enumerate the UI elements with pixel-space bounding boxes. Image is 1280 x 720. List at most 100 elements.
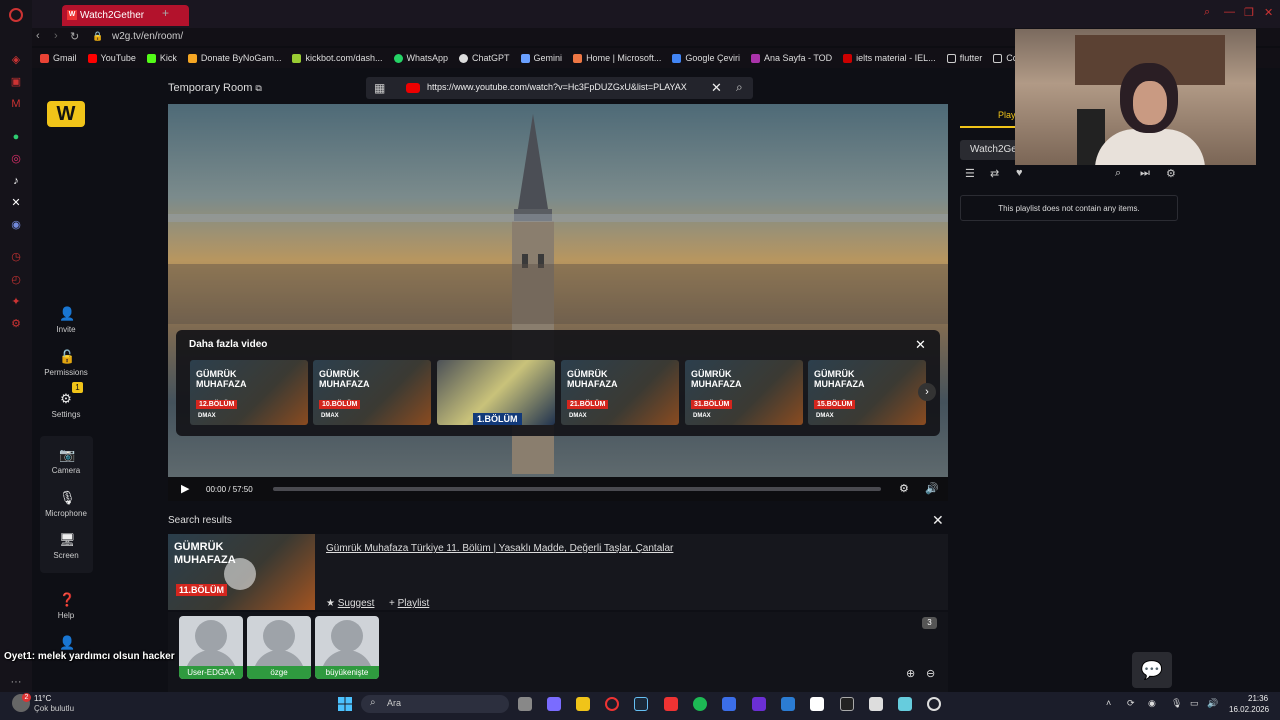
spotify-icon[interactable] [693,697,707,711]
bookmark-microsoft[interactable]: Home | Microsoft... [573,53,661,63]
chat-icon[interactable]: 💬 [1132,652,1172,688]
messenger-icon[interactable]: ▣ [9,75,23,89]
suggest-button[interactable]: ★ Suggest [326,598,374,609]
discord-icon[interactable]: ◉ [9,218,23,232]
file-explorer-icon[interactable] [576,697,590,711]
video-thumbnail[interactable]: GÜMRÜK MUHAFAZA 10.BÖLÜM DMAX [313,360,431,425]
url-field[interactable]: w2g.tv/en/room/ [112,31,183,42]
microphone-icon[interactable]: 🎙 [1171,698,1182,709]
clock-date[interactable]: 16.02.2026 [1229,705,1269,714]
search-tabs-icon[interactable]: ⌕ [1204,6,1210,19]
app-icon[interactable] [869,697,883,711]
gear-icon[interactable]: ⚙ [899,482,909,495]
microphone-button[interactable]: 🎙 Microphone [36,491,96,519]
video-thumbnail[interactable]: GÜMRÜK MUHAFAZA 21.BÖLÜM DMAX [561,360,679,425]
bookmark-kickbot[interactable]: kickbot.com/dash... [292,53,383,63]
settings-button[interactable]: ⚙ Settings [36,392,96,420]
video-thumbnail[interactable]: 1.BÖLÜM [437,360,555,425]
settings-icon[interactable]: ⚙ [9,317,23,331]
bookmark-tod[interactable]: Ana Sayfa - TOD [750,53,832,63]
extensions-icon[interactable]: ✦ [9,295,23,309]
bookmark-gmail[interactable]: Gmail [40,53,77,63]
steam-icon[interactable] [634,697,648,711]
instagram-icon[interactable]: ◎ [9,152,23,166]
vscode-icon[interactable] [781,697,795,711]
gear-icon[interactable]: ⚙ [1166,167,1176,180]
close-icon[interactable]: ✕ [932,512,944,529]
play-icon[interactable]: ▶ [181,482,189,495]
clock-time[interactable]: 21:36 [1248,694,1268,703]
help-button[interactable]: ❓ Help [36,593,96,621]
bookmark-chatgpt[interactable]: ChatGPT [459,53,510,63]
bookmark-youtube[interactable]: YouTube [87,53,136,63]
opera-logo-icon[interactable] [9,8,23,22]
maximize-icon[interactable]: ❐ [1244,6,1254,19]
close-icon[interactable]: ✕ [915,337,926,353]
screen-button[interactable]: 🖥 Screen [36,533,96,561]
windows-start-icon[interactable] [338,697,352,711]
sync-icon[interactable]: ⟳ [1127,698,1135,709]
history-icon[interactable]: ◷ [9,250,23,264]
w2g-logo[interactable]: W [47,101,85,127]
skip-forward-icon[interactable]: ⏭ [1140,167,1150,180]
copilot-icon[interactable] [547,697,561,711]
clear-icon[interactable]: ✕ [711,80,722,96]
bookmark-gemini[interactable]: Gemini [520,53,562,63]
video-thumbnail[interactable]: GÜMRÜK MUHAFAZA 15.BÖLÜM DMAX [808,360,926,425]
room-title[interactable]: Temporary Room ⧉ [168,82,262,94]
search-icon[interactable]: ⌕ [1115,167,1121,180]
search-icon[interactable]: ⌕ [736,80,743,95]
gmail-icon[interactable]: M [9,97,23,111]
minimize-icon[interactable]: — [1224,6,1235,18]
app-icon[interactable] [664,697,678,711]
notion-icon[interactable] [810,697,824,711]
result-thumbnail[interactable]: GÜMRÜK MUHAFAZA 11.BÖLÜM [168,534,315,610]
copy-icon[interactable]: ⧉ [255,83,261,93]
opera-icon[interactable] [605,697,619,711]
app-icon[interactable] [927,697,941,711]
camera-button[interactable]: 📷 Camera [36,448,96,476]
invite-button[interactable]: 👤 Invite [36,307,96,335]
x-icon[interactable]: ✕ [9,196,23,210]
chevron-up-icon[interactable]: ˄ [1106,698,1111,708]
chevron-right-icon[interactable]: › [918,383,936,401]
forward-icon[interactable]: › [54,30,58,42]
heart-icon[interactable]: ♥ [1016,167,1023,179]
more-icon[interactable]: ··· [9,675,23,689]
result-title-link[interactable]: Gümrük Muhafaza Türkiye 11. Bölüm | Yasa… [326,543,673,554]
bookmark-google-translate[interactable]: Google Çeviri [672,53,740,63]
tray-app-icon[interactable]: ◉ [1148,698,1156,709]
shuffle-icon[interactable]: ⇄ [990,167,999,180]
zoom-in-icon[interactable]: ⊕ [906,667,915,680]
bookmark-kick[interactable]: Kick [146,53,177,63]
bookmark-donate[interactable]: Donate ByNoGam... [187,53,281,63]
video-thumbnail[interactable]: GÜMRÜK MUHAFAZA 31.BÖLÜM DMAX [685,360,803,425]
app-icon[interactable] [898,697,912,711]
permissions-button[interactable]: 🔓 Permissions [36,350,96,378]
list-icon[interactable]: ☰ [965,167,975,180]
close-window-icon[interactable]: ✕ [1264,6,1273,19]
whatsapp-icon[interactable]: ● [9,130,23,144]
zoom-out-icon[interactable]: ⊖ [926,667,935,680]
volume-icon[interactable]: 🔊 [925,482,939,495]
video-thumbnail[interactable]: GÜMRÜK MUHAFAZA 12.BÖLÜM DMAX [190,360,308,425]
bookmark-flutter[interactable]: flutter [946,53,982,63]
tab-watch2gether[interactable]: W Watch2Gether [62,5,189,26]
display-icon[interactable]: ▭ [1190,698,1199,709]
bookmark-whatsapp[interactable]: WhatsApp [393,53,448,63]
back-icon[interactable]: ‹ [36,30,40,42]
add-to-playlist-button[interactable]: + Playlist [389,598,429,609]
clock-icon[interactable]: ◴ [9,273,23,287]
reload-icon[interactable]: ↻ [70,30,79,43]
jetbrains-icon[interactable] [752,697,766,711]
taskbar-search[interactable]: ⌕ Ara [361,695,509,713]
app-store-icon[interactable] [722,697,736,711]
task-view-icon[interactable] [518,697,532,711]
epic-games-icon[interactable] [840,697,854,711]
new-tab-icon[interactable]: + [162,6,169,20]
video-url-input[interactable]: https://www.youtube.com/watch?v=Hc3FpDUZ… [427,82,687,92]
progress-bar[interactable] [273,487,881,491]
tiktok-icon[interactable]: ♪ [9,174,23,188]
aria-icon[interactable]: ◈ [9,53,23,67]
grid-icon[interactable]: ▦ [374,81,385,95]
